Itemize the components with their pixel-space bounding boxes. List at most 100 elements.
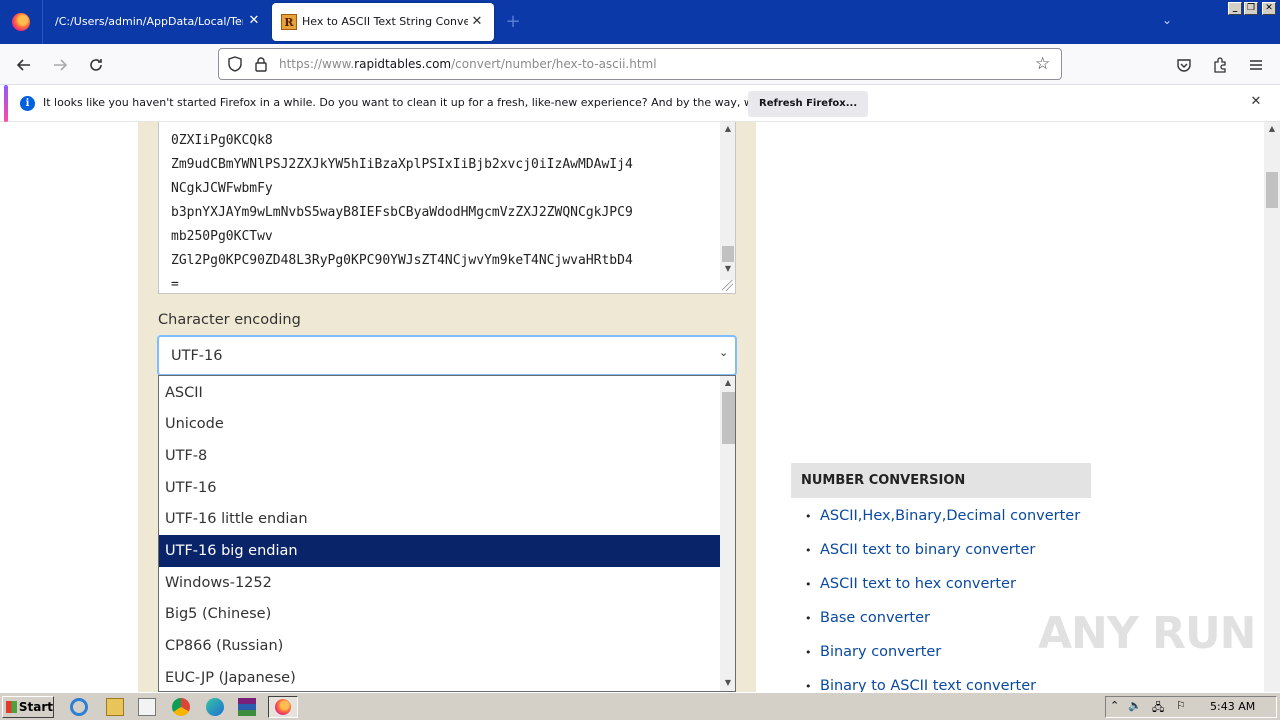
refresh-firefox-button[interactable]: Refresh Firefox... — [748, 91, 869, 117]
output-line: mb250Pg0KCTwv — [171, 229, 273, 244]
shield-icon[interactable] — [227, 56, 243, 72]
bullet-icon: • — [805, 612, 812, 625]
output-line: NCgkJCWFwbmFy — [171, 181, 273, 196]
anyrun-watermark: ANY RUN — [1038, 608, 1256, 659]
output-line: 0ZXIiPg0KCQk8 — [171, 133, 273, 148]
encoding-option[interactable]: Unicode — [159, 408, 720, 440]
dropdown-scrollbar[interactable]: ▲ ▼ — [720, 376, 735, 691]
reload-icon — [90, 59, 102, 71]
notification-bar: i It looks like you haven't started Fire… — [0, 85, 1280, 122]
bullet-icon: • — [805, 544, 812, 557]
volume-icon[interactable]: 🔈 — [1128, 699, 1142, 712]
lock-icon[interactable] — [254, 56, 268, 72]
sidebar-link[interactable]: • ASCII text to hex converter — [805, 576, 1016, 592]
encoding-option[interactable]: Windows-1252 — [159, 567, 720, 599]
output-textarea[interactable]: 0ZXIiPg0KCQk8 Zm9udCBmYWNlPSJ2ZXJkYW5hIiB… — [158, 122, 736, 294]
encoding-option[interactable]: CP866 (Russian) — [159, 630, 720, 662]
sidebar-link[interactable]: • ASCII,Hex,Binary,Decimal converter — [805, 508, 1080, 524]
encoding-option[interactable]: EUC-JP (Japanese) — [159, 662, 720, 691]
sidebar-link-label: ASCII text to binary converter — [820, 542, 1036, 558]
bookmark-star-icon[interactable]: ☆ — [1035, 54, 1050, 74]
encoding-option[interactable]: UTF-16 little endian — [159, 503, 720, 535]
sidebar-link-label: Binary to ASCII text converter — [820, 678, 1037, 692]
internet-explorer-icon[interactable] — [70, 698, 88, 716]
output-text: 0ZXIiPg0KCQk8 Zm9udCBmYWNlPSJ2ZXJkYW5hIiB… — [171, 129, 633, 293]
list-tabs-button[interactable]: ⌄ — [1157, 13, 1177, 31]
scrollbar-thumb[interactable] — [1266, 172, 1278, 208]
tray-expand-icon[interactable]: ⌃ — [1110, 699, 1119, 712]
output-line: Zm9udCBmYWNlPSJ2ZXJkYW5hIiBzaXplPSIxIiBj… — [171, 157, 633, 172]
restore-button[interactable]: ❐ — [1244, 2, 1258, 15]
encoding-option[interactable]: Big5 (Chinese) — [159, 598, 720, 630]
sidebar-link-label: ASCII text to hex converter — [820, 576, 1016, 592]
edge-icon[interactable] — [206, 698, 224, 716]
sidebar-link[interactable]: • Binary converter — [805, 644, 941, 660]
scroll-down-icon[interactable]: ▼ — [720, 262, 735, 276]
info-icon: i — [20, 96, 35, 111]
clock: 5:43 AM — [1210, 700, 1256, 713]
tab-local-file[interactable]: /C:/Users/admin/AppData/Local/Temp/i ✕ — [42, 0, 270, 44]
selected-encoding: UTF-16 — [171, 348, 223, 364]
pocket-button[interactable] — [1171, 52, 1197, 78]
firefox-menu-button[interactable] — [0, 0, 42, 44]
flag-icon[interactable]: ⚐ — [1176, 699, 1186, 712]
sidebar-link[interactable]: • ASCII text to binary converter — [805, 542, 1035, 558]
folder-icon[interactable] — [106, 698, 124, 716]
sidebar-link[interactable]: • Base converter — [805, 610, 930, 626]
address-bar[interactable]: https://www.rapidtables.com/convert/numb… — [218, 48, 1062, 80]
start-label: Start — [18, 700, 53, 714]
scrollbar-thumb[interactable] — [722, 246, 734, 262]
scroll-up-icon[interactable]: ▲ — [720, 376, 735, 390]
character-encoding-label: Character encoding — [158, 312, 301, 328]
tab-hex-to-ascii[interactable]: R Hex to ASCII Text String Converter ✕ — [272, 3, 494, 41]
extensions-button[interactable] — [1207, 52, 1233, 78]
back-button[interactable] — [11, 52, 37, 78]
firefox-taskbar-button[interactable] — [268, 696, 298, 718]
network-icon[interactable]: 🖧 — [1152, 699, 1164, 718]
encoding-dropdown-list[interactable]: ▲ ▼ ASCII Unicode UTF-8 UTF-16 UTF-16 little… — [158, 375, 736, 692]
scroll-up-icon[interactable]: ▲ — [720, 122, 735, 136]
chrome-icon[interactable] — [172, 698, 190, 716]
resize-handle-icon[interactable] — [722, 280, 733, 291]
sidebar-link-label: Binary converter — [820, 644, 942, 660]
screen: /C:/Users/admin/AppData/Local/Temp/i ✕ R… — [0, 0, 1280, 720]
start-button[interactable]: Start — [2, 696, 54, 718]
firefox-icon — [12, 13, 30, 31]
new-tab-button[interactable]: + — [502, 11, 524, 33]
scrollbar-thumb[interactable] — [722, 392, 735, 444]
encoding-option[interactable]: UTF-8 — [159, 440, 720, 472]
textarea-scrollbar[interactable]: ▲ ▼ — [720, 122, 735, 280]
output-line: = — [171, 277, 179, 292]
encoding-option[interactable]: UTF-16 big endian — [159, 535, 720, 567]
tab-label: /C:/Users/admin/AppData/Local/Temp/i — [55, 15, 243, 28]
encoding-option[interactable]: UTF-16 — [159, 472, 720, 504]
close-icon[interactable]: ✕ — [468, 13, 486, 31]
system-tray: ⌃ 🔈 🖧 ⚐ 5:43 AM — [1105, 696, 1277, 718]
page-content: 0ZXIiPg0KCQk8 Zm9udCBmYWNlPSJ2ZXJkYW5hIiB… — [0, 122, 1264, 692]
winrar-icon[interactable] — [238, 698, 256, 716]
taskbar: Start ⌃ 🔈 🖧 ⚐ 5:43 AM — [0, 692, 1280, 720]
rapidtables-icon: R — [281, 14, 297, 30]
minimize-button[interactable]: _ — [1228, 2, 1242, 15]
sidebar-link-label: ASCII,Hex,Binary,Decimal converter — [820, 508, 1081, 524]
app-menu-button[interactable] — [1243, 52, 1269, 78]
page-scrollbar[interactable]: ▲ — [1264, 122, 1280, 692]
puzzle-icon — [1214, 57, 1226, 73]
windows-logo-icon — [6, 701, 17, 713]
back-arrow-icon — [16, 59, 30, 71]
character-encoding-select[interactable]: UTF-16 ⌄ — [157, 335, 737, 376]
media-player-icon[interactable] — [138, 698, 156, 716]
close-icon[interactable]: ✕ — [245, 12, 263, 30]
forward-button[interactable] — [47, 52, 73, 78]
reload-button[interactable] — [83, 52, 109, 78]
bullet-icon: • — [805, 578, 812, 591]
close-window-button[interactable]: ✕ — [1262, 2, 1276, 15]
sidebar-link[interactable]: • Binary to ASCII text converter — [805, 678, 1036, 692]
output-line: b3pnYXJAYm9wLmNvbS5wayB8IEFsbCByaWdodHMg… — [171, 205, 633, 220]
encoding-option[interactable]: ASCII — [159, 377, 720, 409]
tab-label: Hex to ASCII Text String Converter — [302, 15, 468, 28]
close-icon[interactable]: ✕ — [1247, 94, 1265, 112]
scroll-down-icon[interactable]: ▼ — [720, 676, 735, 690]
scroll-up-icon[interactable]: ▲ — [1264, 122, 1280, 136]
tab-strip: /C:/Users/admin/AppData/Local/Temp/i ✕ R… — [0, 0, 1280, 44]
